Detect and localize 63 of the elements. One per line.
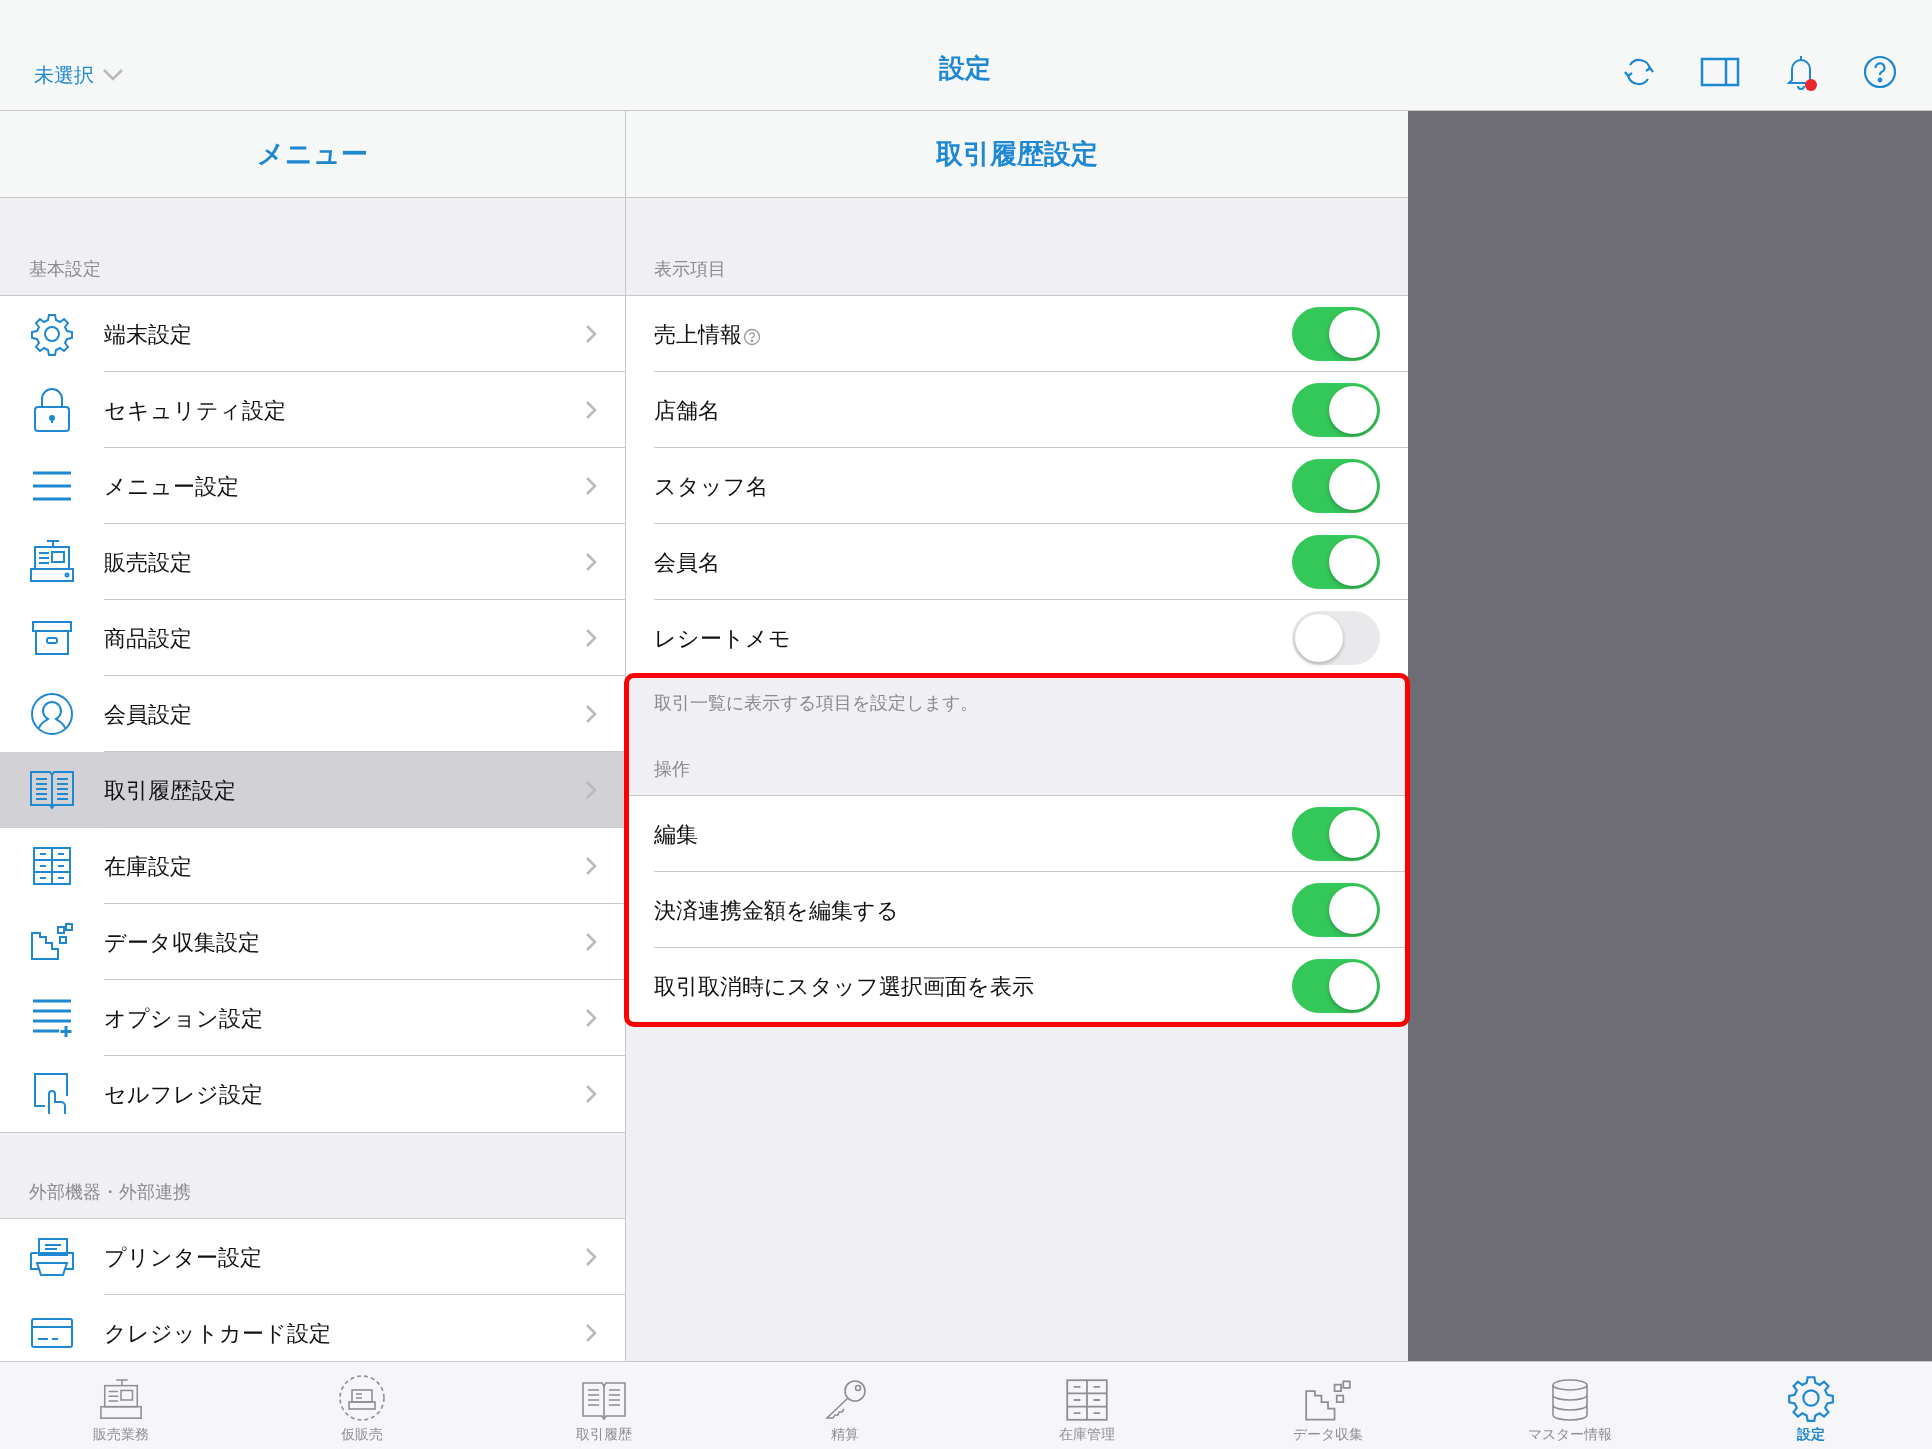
printer-icon bbox=[29, 1237, 75, 1277]
chevron-right-icon bbox=[585, 552, 597, 572]
menu-title: メニュー bbox=[257, 137, 368, 171]
gear-icon bbox=[30, 312, 74, 356]
gear-icon bbox=[1787, 1374, 1836, 1422]
list-add-icon bbox=[32, 998, 72, 1038]
register-icon bbox=[29, 539, 75, 585]
setting-label: 決済連携金額を編集する bbox=[654, 896, 899, 925]
setting-label: レシートメモ bbox=[654, 624, 791, 653]
book-icon bbox=[29, 769, 75, 811]
setting-label: 編集 bbox=[654, 820, 698, 849]
chevron-right-icon bbox=[585, 1247, 597, 1267]
chevron-right-icon bbox=[585, 932, 597, 952]
setting-label: 店舗名 bbox=[654, 396, 720, 425]
chevron-right-icon bbox=[585, 400, 597, 420]
setting-label: 売上情報 bbox=[654, 320, 742, 349]
screen-title: 設定 bbox=[938, 52, 992, 85]
toggle-switch[interactable] bbox=[1292, 807, 1380, 861]
toggle-switch[interactable] bbox=[1292, 535, 1380, 589]
detail-title: 取引履歴設定 bbox=[936, 137, 1098, 171]
database-icon bbox=[1549, 1378, 1590, 1422]
chevron-right-icon bbox=[585, 1084, 597, 1104]
store-selector[interactable]: 未選択 bbox=[34, 60, 124, 90]
section-header: 基本設定 bbox=[29, 258, 101, 281]
chevron-right-icon bbox=[585, 1323, 597, 1343]
toggle-switch[interactable] bbox=[1292, 307, 1380, 361]
dashed-register-icon bbox=[338, 1374, 387, 1422]
box-icon bbox=[31, 620, 73, 656]
setting-label: 取引取消時にスタッフ選択画面を表示 bbox=[654, 972, 1034, 1001]
toggle-switch[interactable] bbox=[1292, 383, 1380, 437]
lock-icon bbox=[32, 387, 72, 433]
toggle-switch[interactable] bbox=[1292, 459, 1380, 513]
chevron-right-icon bbox=[585, 324, 597, 344]
chevron-right-icon bbox=[585, 476, 597, 496]
chevron-down-icon bbox=[102, 68, 124, 82]
cabinet-icon bbox=[1064, 1378, 1109, 1422]
tablet-touch-icon bbox=[33, 1072, 71, 1116]
chevron-right-icon bbox=[585, 628, 597, 648]
cabinet-icon bbox=[32, 846, 72, 886]
section-footer: 取引一覧に表示する項目を設定します。 bbox=[654, 693, 978, 713]
section-header: 表示項目 bbox=[654, 258, 726, 281]
user-icon bbox=[30, 692, 74, 736]
section-header: 操作 bbox=[654, 758, 690, 781]
data-chart-icon bbox=[1304, 1380, 1353, 1422]
data-chart-icon bbox=[30, 923, 74, 961]
toggle-switch[interactable] bbox=[1292, 883, 1380, 937]
setting-label: スタッフ名 bbox=[654, 472, 768, 501]
setting-label: 会員名 bbox=[654, 548, 720, 577]
split-view-icon[interactable] bbox=[1700, 57, 1740, 87]
menu-item[interactable]: 取引履歴設定 bbox=[0, 752, 625, 828]
help-icon[interactable] bbox=[743, 328, 761, 346]
help-icon[interactable] bbox=[1862, 54, 1898, 90]
chevron-right-icon bbox=[585, 780, 597, 800]
credit-card-icon bbox=[30, 1317, 74, 1349]
section-header: 外部機器・外部連携 bbox=[29, 1181, 191, 1204]
chevron-right-icon bbox=[585, 856, 597, 876]
tab-bar-item[interactable]: 設定 bbox=[1690, 1362, 1932, 1449]
book-icon bbox=[580, 1380, 627, 1422]
menu-icon bbox=[32, 470, 72, 502]
toggle-switch[interactable] bbox=[1292, 959, 1380, 1013]
chevron-right-icon bbox=[585, 1008, 597, 1028]
chevron-right-icon bbox=[585, 704, 597, 724]
toggle-switch[interactable] bbox=[1292, 611, 1380, 665]
